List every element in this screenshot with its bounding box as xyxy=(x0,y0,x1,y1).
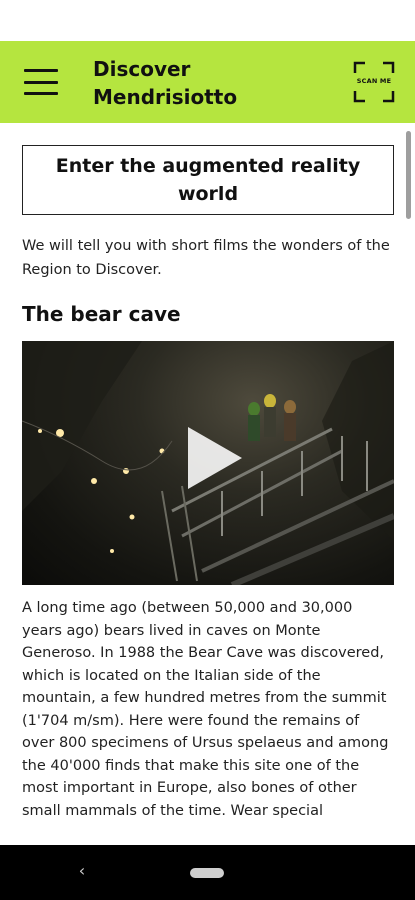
status-bar xyxy=(0,0,415,41)
bear-cave-video[interactable] xyxy=(22,341,394,585)
body-text: A long time ago (between 50,000 and 30,0… xyxy=(22,600,389,819)
scroll-content[interactable]: Enter the augmented reality world We wil… xyxy=(0,123,415,845)
enter-ar-button-label: Enter the augmented reality world xyxy=(55,155,361,205)
hamburger-menu-icon[interactable] xyxy=(24,69,58,95)
scan-me-label: SCAN ME xyxy=(356,77,392,85)
enter-ar-button[interactable]: Enter the augmented reality world xyxy=(22,145,394,215)
menu-line xyxy=(24,80,58,84)
app-bar: Discover Mendrisiotto SCAN ME xyxy=(0,41,415,123)
scrollbar[interactable] xyxy=(406,131,411,219)
menu-line xyxy=(24,92,58,95)
play-icon[interactable] xyxy=(184,423,246,493)
section-title: The bear cave xyxy=(22,302,181,326)
menu-line xyxy=(24,69,58,72)
app-title: Discover Mendrisiotto xyxy=(93,57,238,109)
scan-me-button[interactable]: SCAN ME xyxy=(353,61,395,103)
home-pill-icon[interactable] xyxy=(190,868,224,878)
back-chevron-icon[interactable]: ‹ xyxy=(72,861,92,883)
system-navigation-bar: ‹ xyxy=(0,845,415,900)
intro-text: We will tell you with short films the wo… xyxy=(22,238,390,278)
